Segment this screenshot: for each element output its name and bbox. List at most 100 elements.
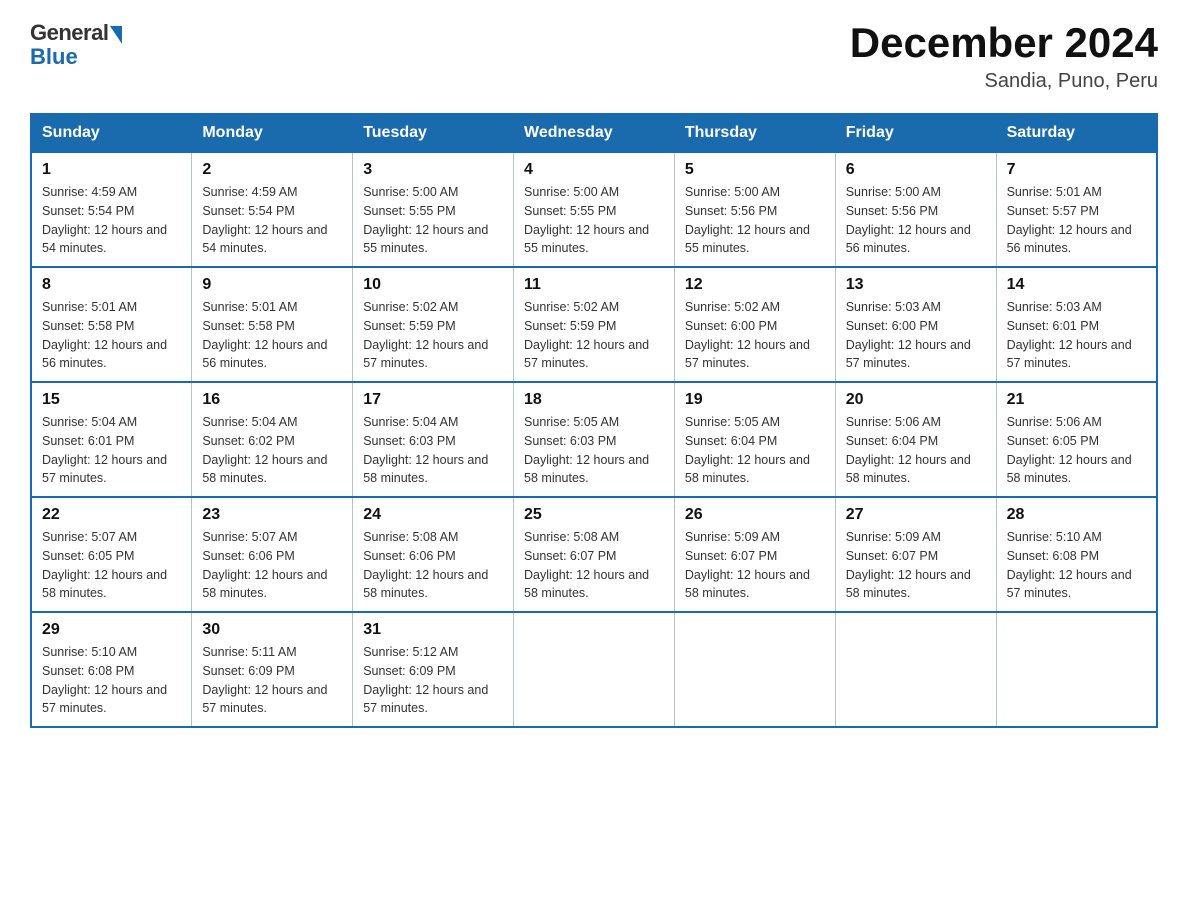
header-sunday: Sunday	[31, 114, 192, 153]
day-info: Sunrise: 5:08 AMSunset: 6:07 PMDaylight:…	[524, 528, 664, 603]
day-info: Sunrise: 5:03 AMSunset: 6:00 PMDaylight:…	[846, 298, 986, 373]
day-number: 16	[202, 391, 342, 409]
calendar-week-1: 1 Sunrise: 4:59 AMSunset: 5:54 PMDaylight…	[31, 153, 1157, 268]
calendar-cell	[674, 612, 835, 727]
calendar-cell: 11 Sunrise: 5:02 AMSunset: 5:59 PMDayligh…	[514, 267, 675, 382]
day-number: 19	[685, 391, 825, 409]
calendar-cell: 6Sunrise: 5:00 AMSunset: 5:56 PMDaylight…	[835, 153, 996, 268]
day-info: Sunrise: 5:05 AMSunset: 6:03 PMDaylight:…	[524, 413, 664, 488]
day-info: Sunrise: 5:04 AMSunset: 6:02 PMDaylight:…	[202, 413, 342, 488]
header-friday: Friday	[835, 114, 996, 153]
day-number: 11	[524, 276, 664, 294]
day-info: Sunrise: 5:00 AMSunset: 5:55 PMDaylight:…	[524, 183, 664, 258]
calendar-cell: 29Sunrise: 5:10 AMSunset: 6:08 PMDayligh…	[31, 612, 192, 727]
header-saturday: Saturday	[996, 114, 1157, 153]
calendar-table: SundayMondayTuesdayWednesdayThursdayFrid…	[30, 113, 1158, 728]
day-info: Sunrise: 5:04 AMSunset: 6:03 PMDaylight:…	[363, 413, 503, 488]
day-number: 13	[846, 276, 986, 294]
day-info: Sunrise: 4:59 AMSunset: 5:54 PMDaylight:…	[202, 183, 342, 258]
calendar-cell: 20Sunrise: 5:06 AMSunset: 6:04 PMDayligh…	[835, 382, 996, 497]
header-thursday: Thursday	[674, 114, 835, 153]
day-number: 7	[1007, 161, 1146, 179]
day-info: Sunrise: 4:59 AMSunset: 5:54 PMDaylight:…	[42, 183, 181, 258]
calendar-cell: 9 Sunrise: 5:01 AMSunset: 5:58 PMDaylight…	[192, 267, 353, 382]
day-number: 31	[363, 621, 503, 639]
day-number: 30	[202, 621, 342, 639]
calendar-cell: 23 Sunrise: 5:07 AMSunset: 6:06 PMDayligh…	[192, 497, 353, 612]
day-number: 12	[685, 276, 825, 294]
calendar-week-5: 29Sunrise: 5:10 AMSunset: 6:08 PMDayligh…	[31, 612, 1157, 727]
day-number: 6	[846, 161, 986, 179]
day-info: Sunrise: 5:06 AMSunset: 6:05 PMDaylight:…	[1007, 413, 1146, 488]
day-info: Sunrise: 5:01 AMSunset: 5:58 PMDaylight:…	[42, 298, 181, 373]
day-info: Sunrise: 5:01 AMSunset: 5:57 PMDaylight:…	[1007, 183, 1146, 258]
day-number: 27	[846, 506, 986, 524]
calendar-cell: 22Sunrise: 5:07 AMSunset: 6:05 PMDayligh…	[31, 497, 192, 612]
header-monday: Monday	[192, 114, 353, 153]
day-number: 4	[524, 161, 664, 179]
calendar-week-4: 22Sunrise: 5:07 AMSunset: 6:05 PMDayligh…	[31, 497, 1157, 612]
day-number: 10	[363, 276, 503, 294]
calendar-header-row: SundayMondayTuesdayWednesdayThursdayFrid…	[31, 114, 1157, 153]
day-info: Sunrise: 5:07 AMSunset: 6:06 PMDaylight:…	[202, 528, 342, 603]
calendar-cell: 7 Sunrise: 5:01 AMSunset: 5:57 PMDaylight…	[996, 153, 1157, 268]
calendar-cell: 25 Sunrise: 5:08 AMSunset: 6:07 PMDayligh…	[514, 497, 675, 612]
title-section: December 2024 Sandia, Puno, Peru	[850, 20, 1158, 93]
day-info: Sunrise: 5:00 AMSunset: 5:55 PMDaylight:…	[363, 183, 503, 258]
logo: General Blue	[30, 20, 122, 70]
calendar-cell: 12 Sunrise: 5:02 AMSunset: 6:00 PMDayligh…	[674, 267, 835, 382]
logo-text-general: General	[30, 20, 108, 46]
day-info: Sunrise: 5:05 AMSunset: 6:04 PMDaylight:…	[685, 413, 825, 488]
day-number: 25	[524, 506, 664, 524]
logo-arrow-icon	[110, 26, 122, 44]
calendar-cell: 21 Sunrise: 5:06 AMSunset: 6:05 PMDayligh…	[996, 382, 1157, 497]
calendar-cell: 15 Sunrise: 5:04 AMSunset: 6:01 PMDayligh…	[31, 382, 192, 497]
day-info: Sunrise: 5:08 AMSunset: 6:06 PMDaylight:…	[363, 528, 503, 603]
day-info: Sunrise: 5:10 AMSunset: 6:08 PMDaylight:…	[1007, 528, 1146, 603]
calendar-cell: 19 Sunrise: 5:05 AMSunset: 6:04 PMDayligh…	[674, 382, 835, 497]
day-number: 18	[524, 391, 664, 409]
day-info: Sunrise: 5:00 AMSunset: 5:56 PMDaylight:…	[685, 183, 825, 258]
day-number: 9	[202, 276, 342, 294]
day-number: 17	[363, 391, 503, 409]
subtitle: Sandia, Puno, Peru	[850, 70, 1158, 93]
calendar-cell: 18 Sunrise: 5:05 AMSunset: 6:03 PMDayligh…	[514, 382, 675, 497]
calendar-cell: 24 Sunrise: 5:08 AMSunset: 6:06 PMDayligh…	[353, 497, 514, 612]
day-number: 2	[202, 161, 342, 179]
day-number: 5	[685, 161, 825, 179]
day-info: Sunrise: 5:04 AMSunset: 6:01 PMDaylight:…	[42, 413, 181, 488]
calendar-cell: 28Sunrise: 5:10 AMSunset: 6:08 PMDayligh…	[996, 497, 1157, 612]
day-number: 21	[1007, 391, 1146, 409]
logo-text-blue: Blue	[30, 44, 78, 70]
calendar-cell	[996, 612, 1157, 727]
day-number: 15	[42, 391, 181, 409]
day-info: Sunrise: 5:12 AMSunset: 6:09 PMDaylight:…	[363, 643, 503, 718]
day-number: 20	[846, 391, 986, 409]
day-number: 8	[42, 276, 181, 294]
day-number: 23	[202, 506, 342, 524]
day-number: 14	[1007, 276, 1146, 294]
day-info: Sunrise: 5:02 AMSunset: 6:00 PMDaylight:…	[685, 298, 825, 373]
calendar-week-2: 8 Sunrise: 5:01 AMSunset: 5:58 PMDaylight…	[31, 267, 1157, 382]
calendar-cell: 27Sunrise: 5:09 AMSunset: 6:07 PMDayligh…	[835, 497, 996, 612]
day-number: 29	[42, 621, 181, 639]
calendar-cell: 10 Sunrise: 5:02 AMSunset: 5:59 PMDayligh…	[353, 267, 514, 382]
calendar-cell: 16 Sunrise: 5:04 AMSunset: 6:02 PMDayligh…	[192, 382, 353, 497]
day-info: Sunrise: 5:09 AMSunset: 6:07 PMDaylight:…	[685, 528, 825, 603]
day-info: Sunrise: 5:01 AMSunset: 5:58 PMDaylight:…	[202, 298, 342, 373]
calendar-cell: 13 Sunrise: 5:03 AMSunset: 6:00 PMDayligh…	[835, 267, 996, 382]
day-number: 1	[42, 161, 181, 179]
calendar-cell: 14Sunrise: 5:03 AMSunset: 6:01 PMDayligh…	[996, 267, 1157, 382]
calendar-week-3: 15 Sunrise: 5:04 AMSunset: 6:01 PMDayligh…	[31, 382, 1157, 497]
calendar-cell: 2 Sunrise: 4:59 AMSunset: 5:54 PMDaylight…	[192, 153, 353, 268]
calendar-cell: 4 Sunrise: 5:00 AMSunset: 5:55 PMDaylight…	[514, 153, 675, 268]
day-info: Sunrise: 5:11 AMSunset: 6:09 PMDaylight:…	[202, 643, 342, 718]
calendar-cell: 5 Sunrise: 5:00 AMSunset: 5:56 PMDaylight…	[674, 153, 835, 268]
day-info: Sunrise: 5:02 AMSunset: 5:59 PMDaylight:…	[524, 298, 664, 373]
day-number: 24	[363, 506, 503, 524]
calendar-cell: 17 Sunrise: 5:04 AMSunset: 6:03 PMDayligh…	[353, 382, 514, 497]
day-number: 26	[685, 506, 825, 524]
day-info: Sunrise: 5:02 AMSunset: 5:59 PMDaylight:…	[363, 298, 503, 373]
calendar-cell	[514, 612, 675, 727]
header-wednesday: Wednesday	[514, 114, 675, 153]
